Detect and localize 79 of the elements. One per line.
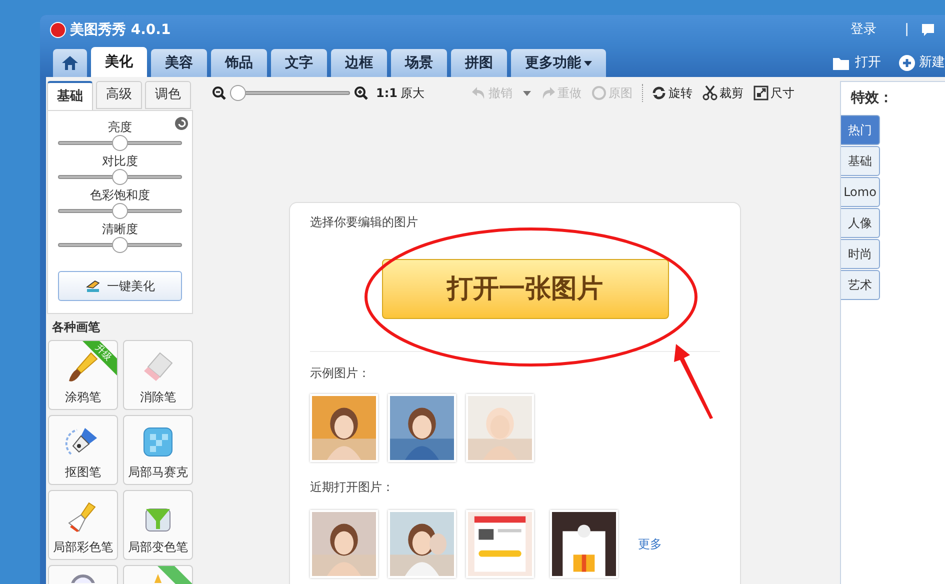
effects-tab[interactable]: Lomo [841, 177, 880, 207]
new-button[interactable]: 新建 [899, 49, 945, 77]
main-tab[interactable]: 文字 [271, 49, 327, 77]
effects-tab[interactable]: 热门 [841, 115, 880, 145]
brush-tool[interactable]: 涂鸦笔 升级 [48, 340, 118, 410]
window-title: 美图秀秀 4.0.1 [70, 20, 171, 40]
main-tab[interactable]: 场景 [391, 49, 447, 77]
home-tab[interactable] [53, 49, 87, 77]
thumbnail[interactable] [466, 510, 534, 578]
slider[interactable] [58, 203, 182, 219]
reset-icon[interactable] [175, 117, 188, 130]
thumbnail[interactable] [388, 510, 456, 578]
app-logo-icon [50, 22, 66, 38]
plus-icon [899, 55, 915, 71]
toolbar-button[interactable]: 旋转 [650, 84, 692, 102]
brush-tool[interactable]: 抠图笔 [48, 415, 118, 485]
thumbnail[interactable] [388, 394, 456, 462]
thumbnail[interactable] [310, 394, 378, 462]
slider-label: 色彩饱和度 [90, 187, 150, 203]
main-tab[interactable]: 饰品 [211, 49, 267, 77]
actual-size-button[interactable]: 1:1 原大 [376, 84, 424, 102]
section-heading: 示例图片： [310, 365, 371, 382]
login-link[interactable]: 登录 [850, 20, 877, 40]
slider-label: 清晰度 [102, 221, 138, 237]
open-button[interactable]: 打开 [833, 49, 881, 77]
adjust-tab[interactable]: 调色 [145, 81, 191, 109]
chat-icon[interactable] [921, 23, 935, 37]
auto-beautify-button[interactable]: 一键美化 [58, 271, 182, 301]
slider-thumb[interactable] [112, 135, 128, 151]
toolbar-button[interactable]: 尺寸 [752, 84, 794, 102]
slider[interactable] [58, 169, 182, 185]
circle-icon [590, 85, 606, 101]
brush-tool[interactable]: 消除笔 [123, 340, 193, 410]
main-tab[interactable]: 更多功能 [511, 49, 606, 77]
slider[interactable] [230, 85, 350, 101]
zoom-out-icon[interactable] [212, 86, 226, 100]
actual-size-label: 原大 [400, 85, 424, 102]
rotate-icon [650, 85, 666, 101]
slider[interactable] [58, 237, 182, 253]
main-tab[interactable]: 拼图 [451, 49, 507, 77]
slider-thumb[interactable] [230, 85, 246, 101]
section-title: 各种画笔 [52, 319, 101, 336]
slider-label: 对比度 [102, 153, 138, 169]
adjust-tab[interactable]: 高级 [96, 81, 142, 109]
open-image-button[interactable]: 打开一张图片 [382, 259, 668, 319]
thumbnail[interactable] [550, 510, 618, 578]
main-tab[interactable]: 美容 [151, 49, 207, 77]
thumbnail[interactable] [466, 394, 534, 462]
slider-thumb[interactable] [112, 203, 128, 219]
brush-tool[interactable]: 局部彩色笔 [48, 490, 118, 560]
magic-hand-icon [85, 279, 101, 293]
brush-tool[interactable]: 局部变色笔 [123, 490, 193, 560]
prompt-text: 选择你要编辑的图片 [310, 214, 419, 231]
zoom-in-icon[interactable] [354, 86, 368, 100]
main-tab[interactable]: 边框 [331, 49, 387, 77]
ratio-text: 1:1 [376, 85, 398, 102]
folder-icon [833, 56, 851, 70]
slider[interactable] [58, 135, 182, 151]
separator-text: | [904, 21, 909, 40]
toolbar-button[interactable]: 裁剪 [702, 84, 744, 102]
effects-tab[interactable]: 艺术 [841, 270, 880, 300]
scissors-icon [702, 85, 718, 101]
resize-icon [752, 85, 768, 101]
undo-icon [470, 85, 486, 101]
adjust-tab[interactable]: 基础 [47, 81, 93, 110]
effects-tab[interactable]: 人像 [841, 208, 880, 238]
magnifier-icon [69, 574, 97, 583]
brush-tool[interactable]: 局部马赛克 [123, 415, 193, 485]
home-icon [62, 56, 78, 70]
effects-tab[interactable]: 基础 [841, 146, 880, 176]
effects-tab[interactable]: 时尚 [841, 239, 880, 269]
slider-thumb[interactable] [112, 169, 128, 185]
slider-thumb[interactable] [112, 237, 128, 253]
thumbnail[interactable] [310, 510, 378, 578]
more-link[interactable]: 更多 [638, 535, 662, 553]
slider-label: 亮度 [108, 119, 132, 135]
effects-title: 特效： [851, 89, 894, 108]
section-heading: 近期打开图片： [310, 479, 395, 496]
main-tab[interactable]: 美化 [91, 47, 147, 77]
